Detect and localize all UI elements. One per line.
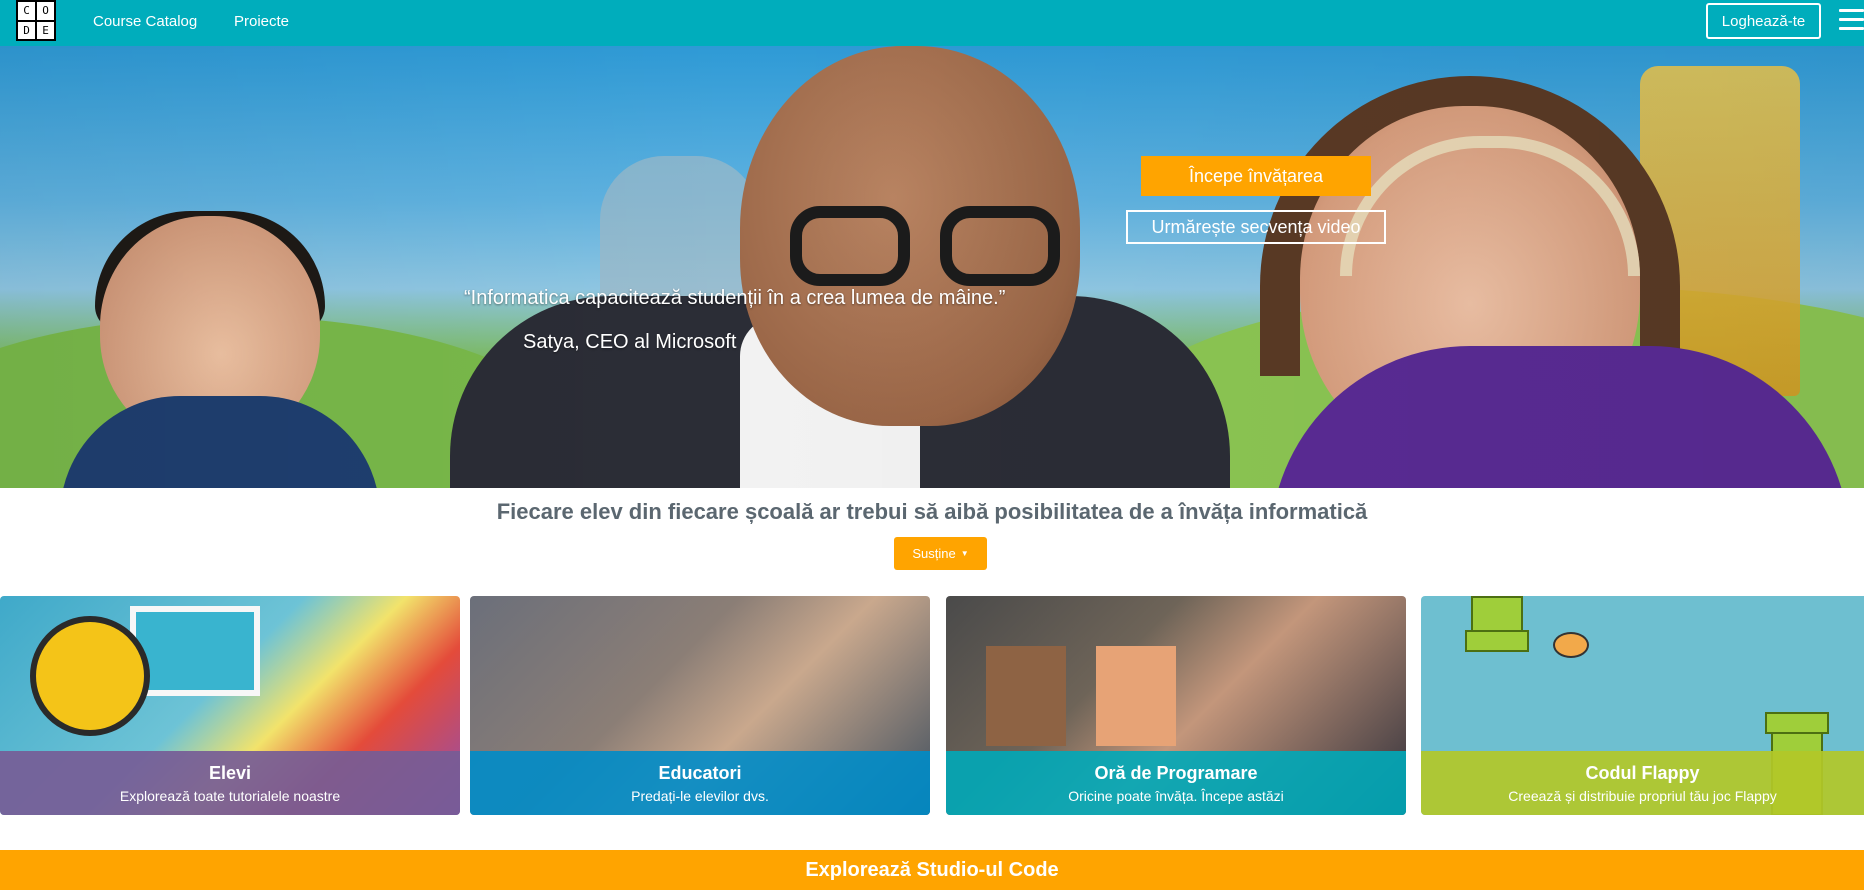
pipe-cap-graphic [1465,630,1529,652]
tile-caption: Oră de Programare Oricine poate învăța. … [946,751,1406,815]
tile-subtitle: Predați-le elevilor dvs. [631,787,769,804]
logo-letter: D [18,21,35,39]
hero-overlay [0,46,1864,488]
hero-quote-author: Satya, CEO al Microsoft [523,331,737,353]
tile-subtitle: Explorează toate tutorialele noastre [119,787,341,804]
minecraft-alex-graphic [1096,646,1176,746]
tile-flappy-code[interactable]: Codul Flappy Creează și distribuie propr… [1421,596,1864,815]
tile-hour-of-code[interactable]: Oră de Programare Oricine poate învăța. … [946,596,1406,815]
hero-quote: “Informatica capacitează studenții în a … [464,287,1006,309]
tile-students[interactable]: Elevi Explorează toate tutorialele noast… [0,596,460,815]
tile-title: Educatori [658,762,742,783]
flappy-bird-graphic [1553,632,1589,658]
pipe-cap-graphic [1765,712,1829,734]
sign-in-button[interactable]: Loghează-te [1706,3,1821,39]
caret-down-icon: ▼ [960,549,969,558]
tile-title: Elevi [208,762,252,783]
tile-caption: Codul Flappy Creează și distribuie propr… [1421,751,1864,815]
tagline: Fiecare elev din fiecare școală ar trebu… [496,499,1368,524]
bee-character-graphic [30,616,150,736]
logo-letter: C [18,2,35,20]
tile-caption: Elevi Explorează toate tutorialele noast… [0,751,460,815]
minecraft-steve-graphic [986,646,1066,746]
tile-subtitle: Creează și distribuie propriul tău joc F… [1508,787,1777,804]
top-navbar: C O D E Course Catalog Proiecte Loghează… [0,0,1864,46]
tile-title: Codul Flappy [1585,762,1700,783]
code-logo[interactable]: C O D E [16,0,56,41]
support-button[interactable]: Susține ▼ [894,537,987,570]
tile-caption: Educatori Predați-le elevilor dvs. [470,751,930,815]
tile-title: Oră de Programare [1094,762,1258,783]
hamburger-icon[interactable] [1839,9,1864,31]
nav-course-catalog[interactable]: Course Catalog [93,13,197,30]
watch-video-button[interactable]: Urmărește secvența video [1126,210,1386,244]
support-button-label: Susține [912,546,956,561]
tile-subtitle: Oricine poate învăța. Începe astăzi [1068,787,1284,804]
explore-code-studio-bar[interactable]: Explorează Studio-ul Code [0,850,1864,890]
tile-educators[interactable]: Educatori Predați-le elevilor dvs. [470,596,930,815]
hero-banner [0,46,1864,488]
logo-letter: O [37,2,54,20]
logo-letter: E [37,21,54,39]
nav-projects[interactable]: Proiecte [234,13,289,30]
start-learning-button[interactable]: Începe învățarea [1141,156,1371,196]
